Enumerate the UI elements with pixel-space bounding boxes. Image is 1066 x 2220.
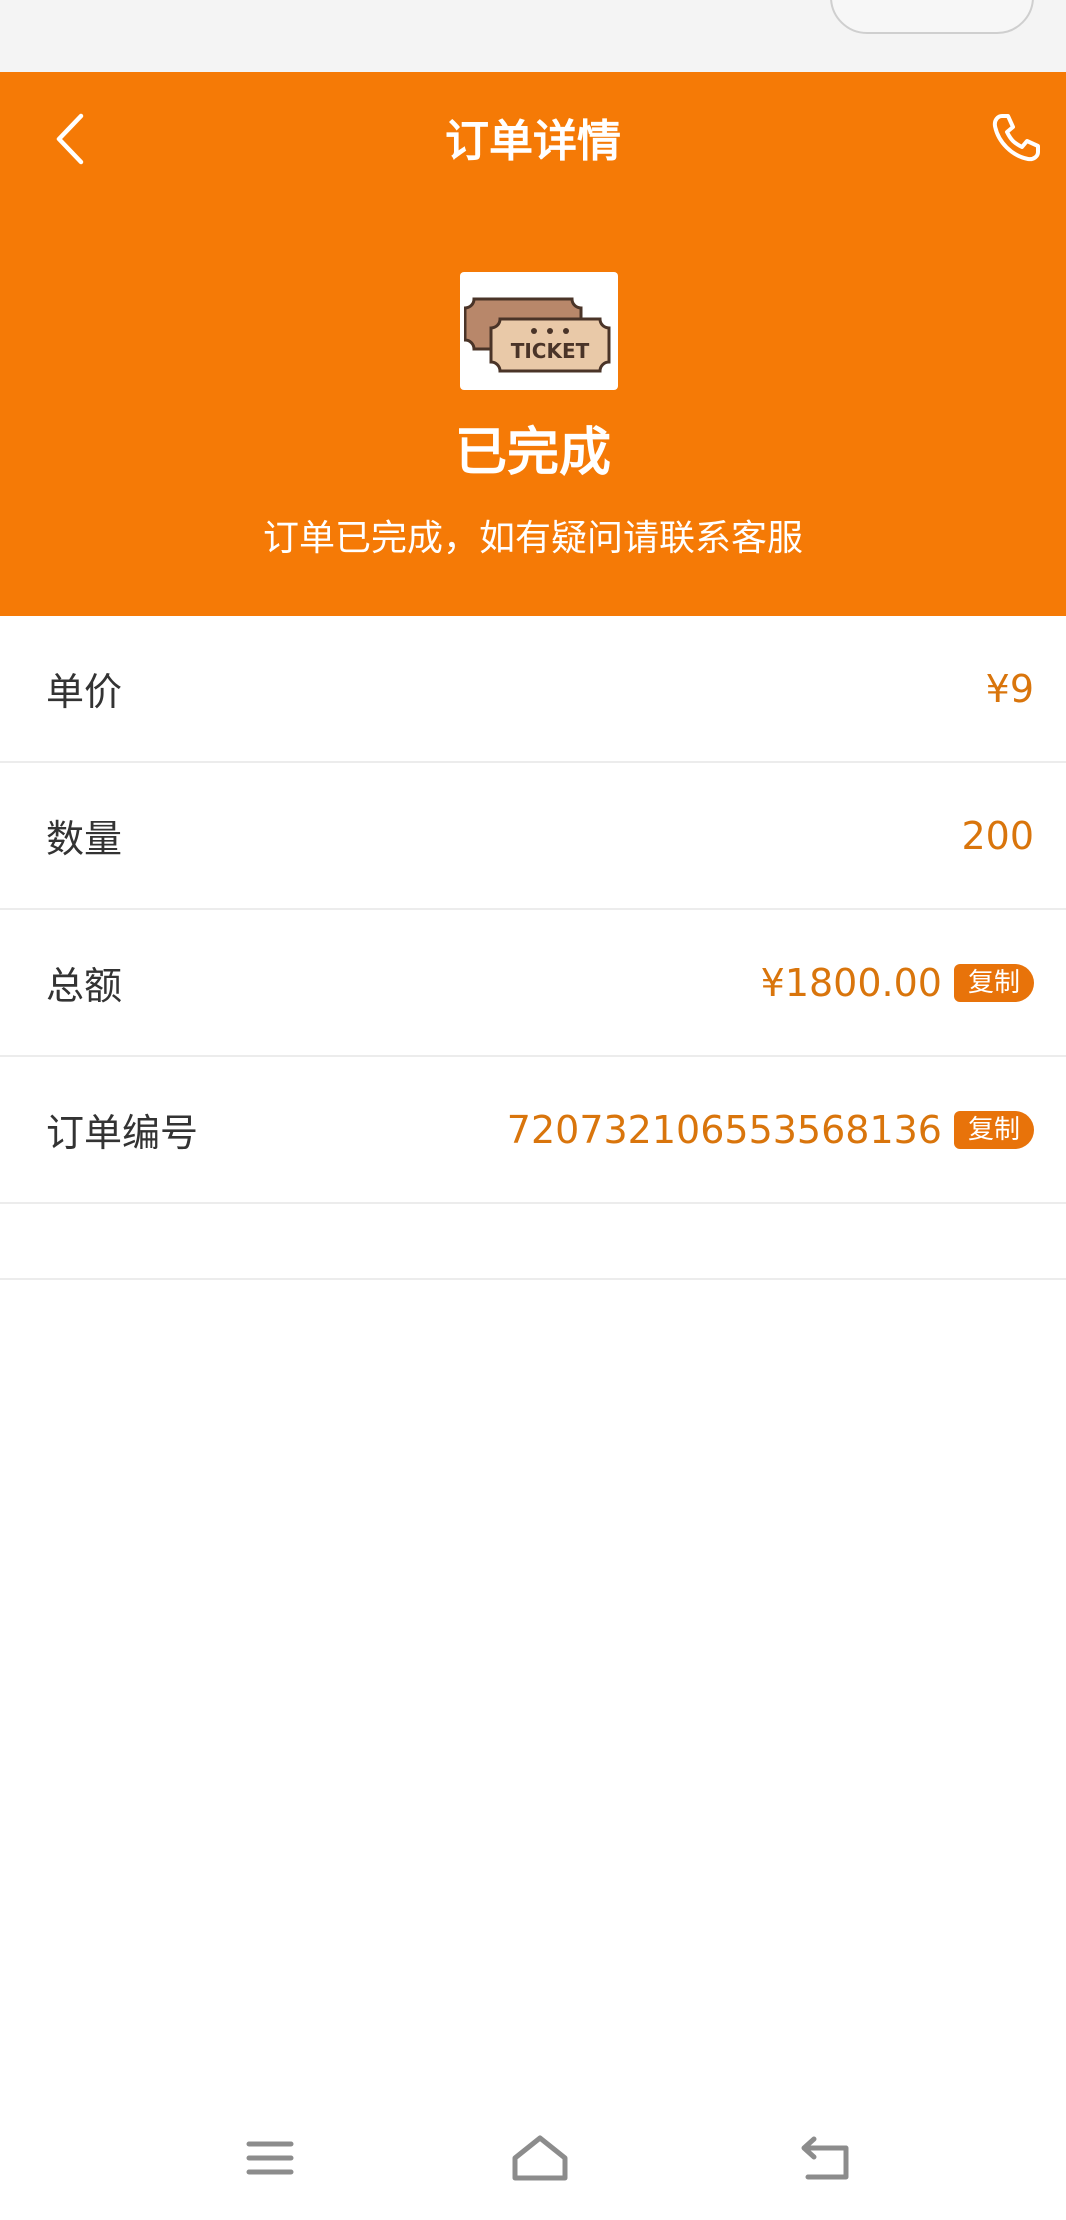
order-number-label: 订单编号 [46, 1111, 199, 1155]
phone-button[interactable] [984, 108, 1048, 172]
unit-price-value: ¥9 [985, 666, 1034, 711]
back-icon[interactable] [794, 2128, 858, 2188]
order-number-row: 订单编号 720732106553568136 复制 [0, 1057, 1066, 1204]
order-detail-list: 单价 ¥9 数量 200 总额 ¥1800.00 复制 订单编号 7207321… [0, 616, 1066, 1280]
unit-price-row: 单价 ¥9 [0, 616, 1066, 763]
order-header: 订单详情 TICKET 已完成 订单已完成，如有疑问请联系客服 [0, 72, 1066, 616]
page-title: 订单详情 [445, 116, 621, 167]
ticket-image: TICKET [460, 272, 618, 390]
total-label: 总额 [46, 964, 123, 1008]
copy-total-button[interactable]: 复制 [953, 963, 1034, 1002]
unit-price-label: 单价 [46, 670, 123, 714]
quantity-label: 数量 [46, 817, 123, 861]
total-value: ¥1800.00 [760, 960, 942, 1005]
clipped-top-button[interactable] [830, 0, 1034, 34]
copy-order-number-button[interactable]: 复制 [953, 1110, 1034, 1149]
home-icon[interactable] [508, 2128, 572, 2188]
ticket-image-label: TICKET [511, 339, 590, 363]
quantity-value: 200 [961, 813, 1034, 858]
order-number-value: 720732106553568136 [506, 1107, 942, 1152]
total-row: 总额 ¥1800.00 复制 [0, 910, 1066, 1057]
order-status-message: 订单已完成，如有疑问请联系客服 [262, 518, 803, 559]
order-status: 已完成 [454, 423, 611, 483]
quantity-row: 数量 200 [0, 763, 1066, 910]
system-nav-bar [0, 2120, 1066, 2196]
order-detail-page: 订单详情 TICKET 已完成 订单已完成，如有疑问请联系客服 单价 ¥9 数量… [0, 0, 1066, 2220]
top-app-bar-clipped [0, 0, 1066, 72]
menu-icon[interactable] [238, 2128, 302, 2188]
phone-icon [990, 112, 1042, 168]
list-divider-row [0, 1204, 1066, 1280]
